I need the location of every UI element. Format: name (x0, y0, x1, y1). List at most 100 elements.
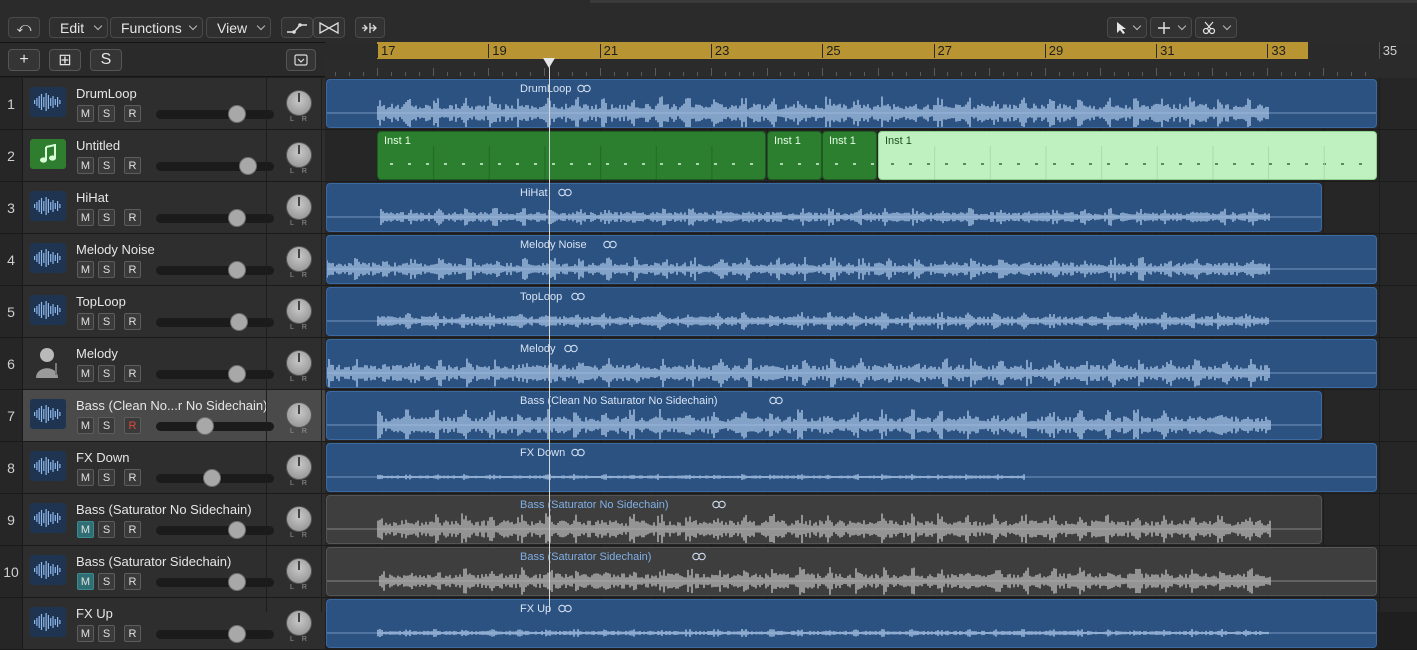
pan-knob[interactable] (286, 402, 312, 428)
back-button[interactable]: ⤺ (8, 17, 40, 38)
record-enable-button[interactable]: R (124, 521, 141, 538)
person-icon[interactable] (30, 347, 66, 378)
track-options-button[interactable] (286, 49, 316, 71)
duplicate-track-button[interactable]: ⊞ (49, 49, 81, 71)
track-name[interactable]: FX Down (76, 450, 129, 465)
right-click-tool-menu[interactable] (1195, 17, 1237, 38)
track-header[interactable]: 8 FX Down M S R LR (0, 442, 325, 494)
track-name[interactable]: FX Up (76, 606, 113, 621)
waveform-icon[interactable] (30, 87, 66, 117)
fader-knob[interactable] (203, 469, 221, 487)
mute-button[interactable]: M (77, 521, 94, 538)
volume-fader[interactable] (156, 157, 274, 175)
volume-fader[interactable] (156, 573, 274, 591)
track-header[interactable]: 9 Bass (Saturator No Sidechain) M S R LR (0, 494, 325, 546)
track-header[interactable]: 7 Bass (Clean No...r No Sidechain) M S R LR (0, 390, 325, 442)
track-name[interactable]: Bass (Saturator Sidechain) (76, 554, 231, 569)
record-enable-button[interactable]: R (124, 417, 141, 434)
pan-knob[interactable] (286, 298, 312, 324)
track-header[interactable]: 5 TopLoop M S R LR (0, 286, 325, 338)
left-click-tool-menu[interactable] (1107, 17, 1147, 38)
pan-knob[interactable] (286, 246, 312, 272)
pan-knob[interactable] (286, 506, 312, 532)
track-name[interactable]: Bass (Clean No...r No Sidechain) (76, 398, 267, 413)
pan-knob[interactable] (286, 142, 312, 168)
volume-fader[interactable] (156, 469, 274, 487)
automation-button[interactable] (281, 17, 313, 38)
waveform-icon[interactable] (30, 503, 66, 533)
playhead-marker[interactable] (543, 58, 555, 68)
mute-button[interactable]: M (77, 573, 94, 590)
mute-button[interactable]: M (77, 209, 94, 226)
volume-fader[interactable] (156, 261, 274, 279)
solo-button[interactable]: S (98, 365, 115, 382)
track-header[interactable]: 6 Melody M S R LR (0, 338, 325, 390)
solo-button[interactable]: S (98, 209, 115, 226)
audio-region[interactable]: HiHat (326, 183, 1322, 232)
record-enable-button[interactable]: R (124, 365, 141, 382)
fader-knob[interactable] (196, 417, 214, 435)
fader-knob[interactable] (230, 313, 248, 331)
record-enable-button[interactable]: R (124, 261, 141, 278)
volume-fader[interactable] (156, 313, 274, 331)
catch-button[interactable] (355, 17, 385, 38)
functions-menu[interactable]: Functions (110, 17, 203, 38)
solo-button[interactable]: S (98, 469, 115, 486)
pan-knob[interactable] (286, 90, 312, 116)
track-header[interactable]: 3 HiHat M S R LR (0, 182, 325, 234)
fader-knob[interactable] (228, 105, 246, 123)
audio-region[interactable]: Bass (Saturator No Sidechain) (326, 495, 1322, 544)
waveform-icon[interactable] (30, 191, 66, 221)
track-header[interactable]: 10 Bass (Saturator Sidechain) M S R LR (0, 546, 325, 598)
pan-knob[interactable] (286, 610, 312, 636)
music-note-icon[interactable] (30, 139, 66, 169)
track-name[interactable]: HiHat (76, 190, 109, 205)
edit-menu[interactable]: Edit (49, 17, 108, 38)
solo-button[interactable]: S (98, 157, 115, 174)
audio-region[interactable]: DrumLoop (326, 79, 1377, 128)
playhead-line[interactable] (549, 58, 550, 612)
fader-knob[interactable] (228, 261, 246, 279)
mute-button[interactable]: M (77, 261, 94, 278)
pan-knob[interactable] (286, 194, 312, 220)
audio-region[interactable]: FX Down (326, 443, 1377, 492)
mute-button[interactable]: M (77, 313, 94, 330)
volume-fader[interactable] (156, 105, 274, 123)
arrange-area[interactable]: DrumLoop Inst 1 Inst 1 Inst 1 Inst 1 HiHat Mel… (265, 78, 1417, 650)
audio-region[interactable]: FX Up (326, 599, 1377, 648)
record-enable-button[interactable]: R (124, 157, 141, 174)
fader-knob[interactable] (228, 209, 246, 227)
fader-knob[interactable] (228, 573, 246, 591)
solo-button[interactable]: S (98, 417, 115, 434)
mute-button[interactable]: M (77, 625, 94, 642)
fader-knob[interactable] (228, 365, 246, 383)
waveform-icon[interactable] (30, 555, 66, 585)
fader-knob[interactable] (239, 157, 257, 175)
mute-button[interactable]: M (77, 469, 94, 486)
track-name[interactable]: Melody Noise (76, 242, 155, 257)
volume-fader[interactable] (156, 417, 274, 435)
cmd-click-tool-menu[interactable] (1150, 17, 1192, 38)
fader-knob[interactable] (228, 521, 246, 539)
waveform-icon[interactable] (30, 243, 66, 273)
record-enable-button[interactable]: R (124, 313, 141, 330)
track-header[interactable]: FX Up M S R LR (0, 598, 325, 650)
flex-button[interactable] (313, 17, 345, 38)
pan-knob[interactable] (286, 350, 312, 376)
solo-button[interactable]: S (98, 625, 115, 642)
track-name[interactable]: Melody (76, 346, 118, 361)
solo-button[interactable]: S (98, 261, 115, 278)
solo-button[interactable]: S (98, 573, 115, 590)
mute-button[interactable]: M (77, 157, 94, 174)
volume-fader[interactable] (156, 625, 274, 643)
mute-button[interactable]: M (77, 105, 94, 122)
track-name[interactable]: TopLoop (76, 294, 126, 309)
solo-button[interactable]: S (98, 521, 115, 538)
record-enable-button[interactable]: R (124, 469, 141, 486)
volume-fader[interactable] (156, 209, 274, 227)
track-name[interactable]: Bass (Saturator No Sidechain) (76, 502, 252, 517)
midi-region[interactable]: Inst 1 (878, 131, 1377, 180)
track-header[interactable]: 4 Melody Noise M S R LR (0, 234, 325, 286)
record-enable-button[interactable]: R (124, 625, 141, 642)
bar-ruler[interactable]: 17 19 21 23 25 27 29 31 33 35 (325, 42, 1417, 79)
